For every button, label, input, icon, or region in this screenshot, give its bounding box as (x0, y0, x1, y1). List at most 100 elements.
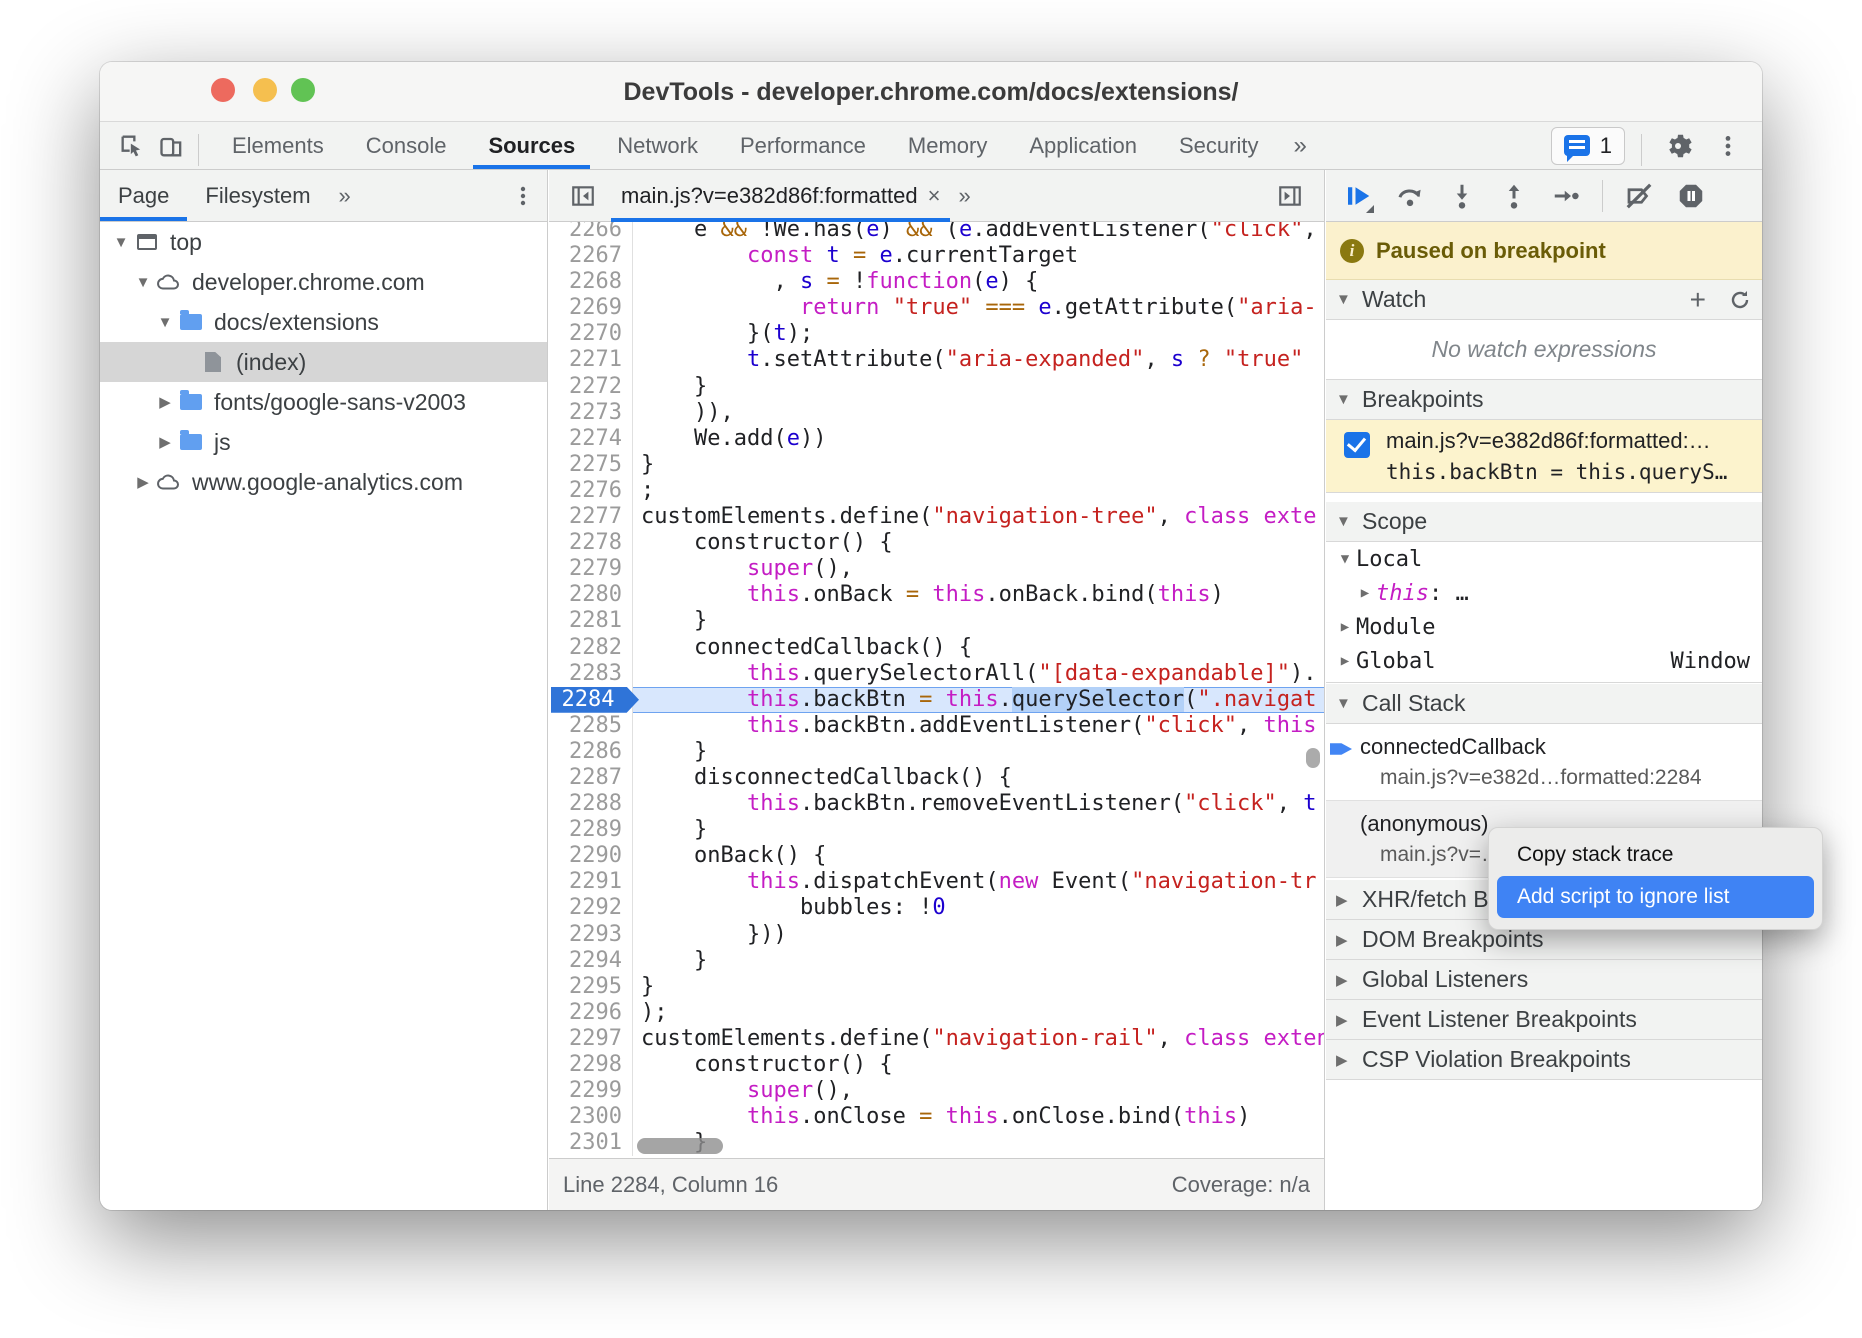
call-stack-section-header[interactable]: ▼ Call Stack (1326, 684, 1762, 724)
code-line[interactable]: 2277customElements.define("navigation-tr… (549, 504, 1324, 530)
line-number[interactable]: 2293 (549, 922, 633, 948)
line-number[interactable]: 2270 (549, 321, 633, 347)
tab-elements[interactable]: Elements (211, 122, 345, 169)
code-line[interactable]: 2296); (549, 1000, 1324, 1026)
breakpoint-checkbox[interactable] (1344, 432, 1370, 458)
code-line[interactable]: 2280 this.onBack = this.onBack.bind(this… (549, 582, 1324, 608)
scope-section-header[interactable]: ▼ Scope (1326, 502, 1762, 542)
code-line[interactable]: 2269 return "true" === e.getAttribute("a… (549, 295, 1324, 321)
main-menu-button[interactable] (1708, 126, 1748, 166)
code-line[interactable]: 2300 this.onClose = this.onClose.bind(th… (549, 1104, 1324, 1130)
tab-memory[interactable]: Memory (887, 122, 1008, 169)
tab-console[interactable]: Console (345, 122, 468, 169)
code-line[interactable]: 2292 bubbles: !0 (549, 895, 1324, 921)
add-watch-icon[interactable]: + (1690, 286, 1706, 314)
code-line[interactable]: 2273 )), (549, 400, 1324, 426)
line-number[interactable]: 2272 (549, 374, 633, 400)
code-line[interactable]: 2290 onBack() { (549, 843, 1324, 869)
step-button[interactable] (1544, 174, 1588, 218)
line-number[interactable]: 2289 (549, 817, 633, 843)
line-number[interactable]: 2266 (549, 222, 633, 243)
line-number[interactable]: 2287 (549, 765, 633, 791)
line-number[interactable]: 2282 (549, 635, 633, 661)
code-line[interactable]: 2270 }(t); (549, 321, 1324, 347)
tab-application[interactable]: Application (1008, 122, 1158, 169)
scope-row-this[interactable]: ▶this: … (1326, 576, 1762, 610)
code-line[interactable]: 2278 constructor() { (549, 530, 1324, 556)
code-line[interactable]: 2289 } (549, 817, 1324, 843)
expander-icon[interactable]: ▶ (1334, 653, 1356, 669)
code-line[interactable]: 2295} (549, 974, 1324, 1000)
menu-item-copy-stack-trace[interactable]: Copy stack trace (1497, 834, 1814, 876)
resume-button[interactable] (1336, 174, 1380, 218)
code-line[interactable]: 2297customElements.define("navigation-ra… (549, 1026, 1324, 1052)
code-line[interactable]: 2279 super(), (549, 556, 1324, 582)
device-toolbar-button[interactable] (152, 126, 192, 166)
code-line[interactable]: 2267 const t = e.currentTarget (549, 243, 1324, 269)
expander-icon[interactable]: ▶ (1354, 585, 1376, 601)
tab-performance[interactable]: Performance (719, 122, 887, 169)
vertical-scrollbar-thumb[interactable] (1306, 748, 1320, 768)
code-line[interactable]: 2287 disconnectedCallback() { (549, 765, 1324, 791)
call-stack-frame[interactable]: connectedCallbackmain.js?v=e382d…formatt… (1326, 724, 1762, 801)
breakpoints-section-header[interactable]: ▼ Breakpoints (1326, 380, 1762, 420)
more-panels-chevron[interactable]: » (1279, 122, 1320, 169)
line-number[interactable]: 2290 (549, 843, 633, 869)
line-number[interactable]: 2279 (549, 556, 633, 582)
line-number[interactable]: 2296 (549, 1000, 633, 1026)
step-into-button[interactable] (1440, 174, 1484, 218)
line-number[interactable]: 2294 (549, 948, 633, 974)
horizontal-scrollbar-thumb[interactable] (637, 1138, 723, 1154)
line-number[interactable]: 2301 (549, 1130, 633, 1156)
line-number[interactable]: 2298 (549, 1052, 633, 1078)
line-number[interactable]: 2295 (549, 974, 633, 1000)
section-global-listeners[interactable]: ▶Global Listeners (1326, 960, 1762, 1000)
expander-icon[interactable]: ▶ (154, 433, 176, 451)
line-number[interactable]: 2284 (549, 687, 633, 713)
refresh-watch-icon[interactable] (1728, 288, 1752, 312)
line-number[interactable]: 2288 (549, 791, 633, 817)
expander-icon[interactable]: ▼ (110, 234, 132, 251)
code-line[interactable]: 2276; (549, 478, 1324, 504)
line-number[interactable]: 2292 (549, 895, 633, 921)
tab-security[interactable]: Security (1158, 122, 1279, 169)
code-editor[interactable]: 2266 e && !We.has(e) && (e.addEventListe… (549, 222, 1324, 1158)
code-line[interactable]: 2274 We.add(e)) (549, 426, 1324, 452)
menu-item-add-script-to-ignore-list[interactable]: Add script to ignore list (1497, 876, 1814, 918)
expander-icon[interactable]: ▶ (154, 393, 176, 411)
expander-icon[interactable]: ▼ (154, 314, 176, 331)
line-number[interactable]: 2276 (549, 478, 633, 504)
breakpoint-entry[interactable]: main.js?v=e382d86f:formatted:… this.back… (1326, 420, 1762, 493)
code-line[interactable]: 2272 } (549, 374, 1324, 400)
line-number[interactable]: 2280 (549, 582, 633, 608)
line-number[interactable]: 2291 (549, 869, 633, 895)
code-line[interactable]: 2271 t.setAttribute("aria-expanded", s ?… (549, 347, 1324, 373)
line-number[interactable]: 2277 (549, 504, 633, 530)
tree-item-js[interactable]: ▶js (100, 422, 547, 462)
code-line[interactable]: 2268 , s = !function(e) { (549, 269, 1324, 295)
editor-tab-mainjs[interactable]: main.js?v=e382d86f:formatted × (611, 170, 950, 222)
line-number[interactable]: 2267 (549, 243, 633, 269)
step-out-button[interactable] (1492, 174, 1536, 218)
code-line[interactable]: 2286 } (549, 739, 1324, 765)
line-number[interactable]: 2281 (549, 608, 633, 634)
code-line[interactable]: 2285 this.backBtn.addEventListener("clic… (549, 713, 1324, 739)
line-number[interactable]: 2278 (549, 530, 633, 556)
line-number[interactable]: 2273 (549, 400, 633, 426)
code-line[interactable]: 2266 e && !We.has(e) && (e.addEventListe… (549, 222, 1324, 243)
line-number[interactable]: 2300 (549, 1104, 633, 1130)
line-number[interactable]: 2283 (549, 661, 633, 687)
line-number[interactable]: 2274 (549, 426, 633, 452)
code-line[interactable]: 2283 this.querySelectorAll("[data-expand… (549, 661, 1324, 687)
code-line[interactable]: 2294 } (549, 948, 1324, 974)
deactivate-breakpoints-button[interactable] (1617, 174, 1661, 218)
code-line[interactable]: 2281 } (549, 608, 1324, 634)
tree-item-developer-chrome-com[interactable]: ▼developer.chrome.com (100, 262, 547, 302)
code-line[interactable]: 2291 this.dispatchEvent(new Event("navig… (549, 869, 1324, 895)
tree-item-docs-extensions[interactable]: ▼docs/extensions (100, 302, 547, 342)
scope-row-module[interactable]: ▶Module (1326, 610, 1762, 644)
line-number[interactable]: 2299 (549, 1078, 633, 1104)
line-number[interactable]: 2285 (549, 713, 633, 739)
code-line[interactable]: 2288 this.backBtn.removeEventListener("c… (549, 791, 1324, 817)
close-tab-icon[interactable]: × (928, 183, 941, 209)
